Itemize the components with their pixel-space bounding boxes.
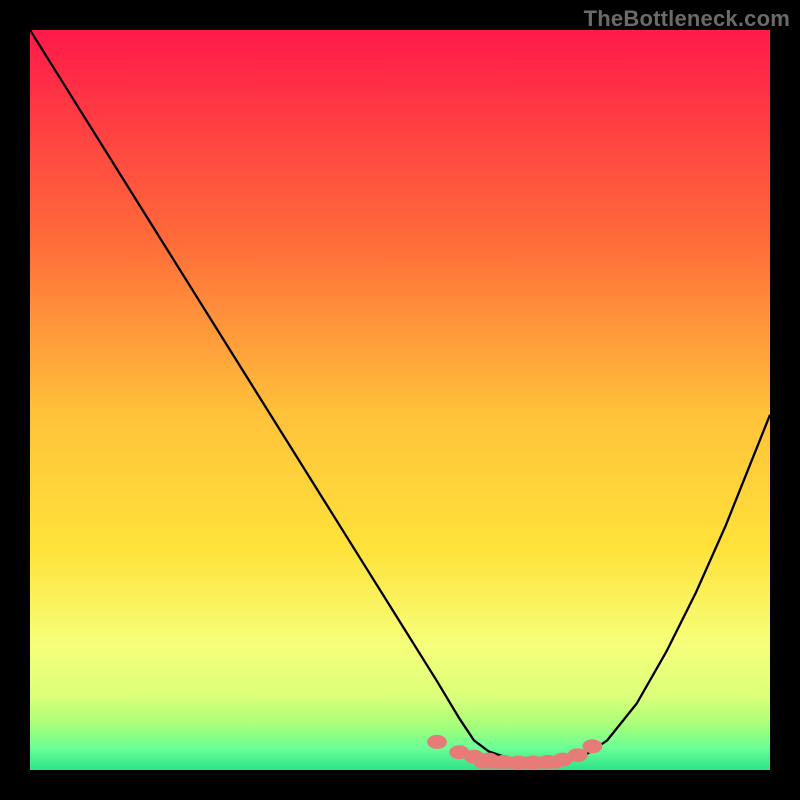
optimal-marker	[427, 735, 447, 749]
plot-area	[30, 30, 770, 770]
bottleneck-curve	[30, 30, 770, 763]
optimal-zone-markers	[427, 735, 602, 770]
optimal-marker	[582, 739, 602, 753]
watermark-text: TheBottleneck.com	[584, 6, 790, 32]
bottleneck-curve-svg	[30, 30, 770, 770]
chart-frame: TheBottleneck.com	[0, 0, 800, 800]
